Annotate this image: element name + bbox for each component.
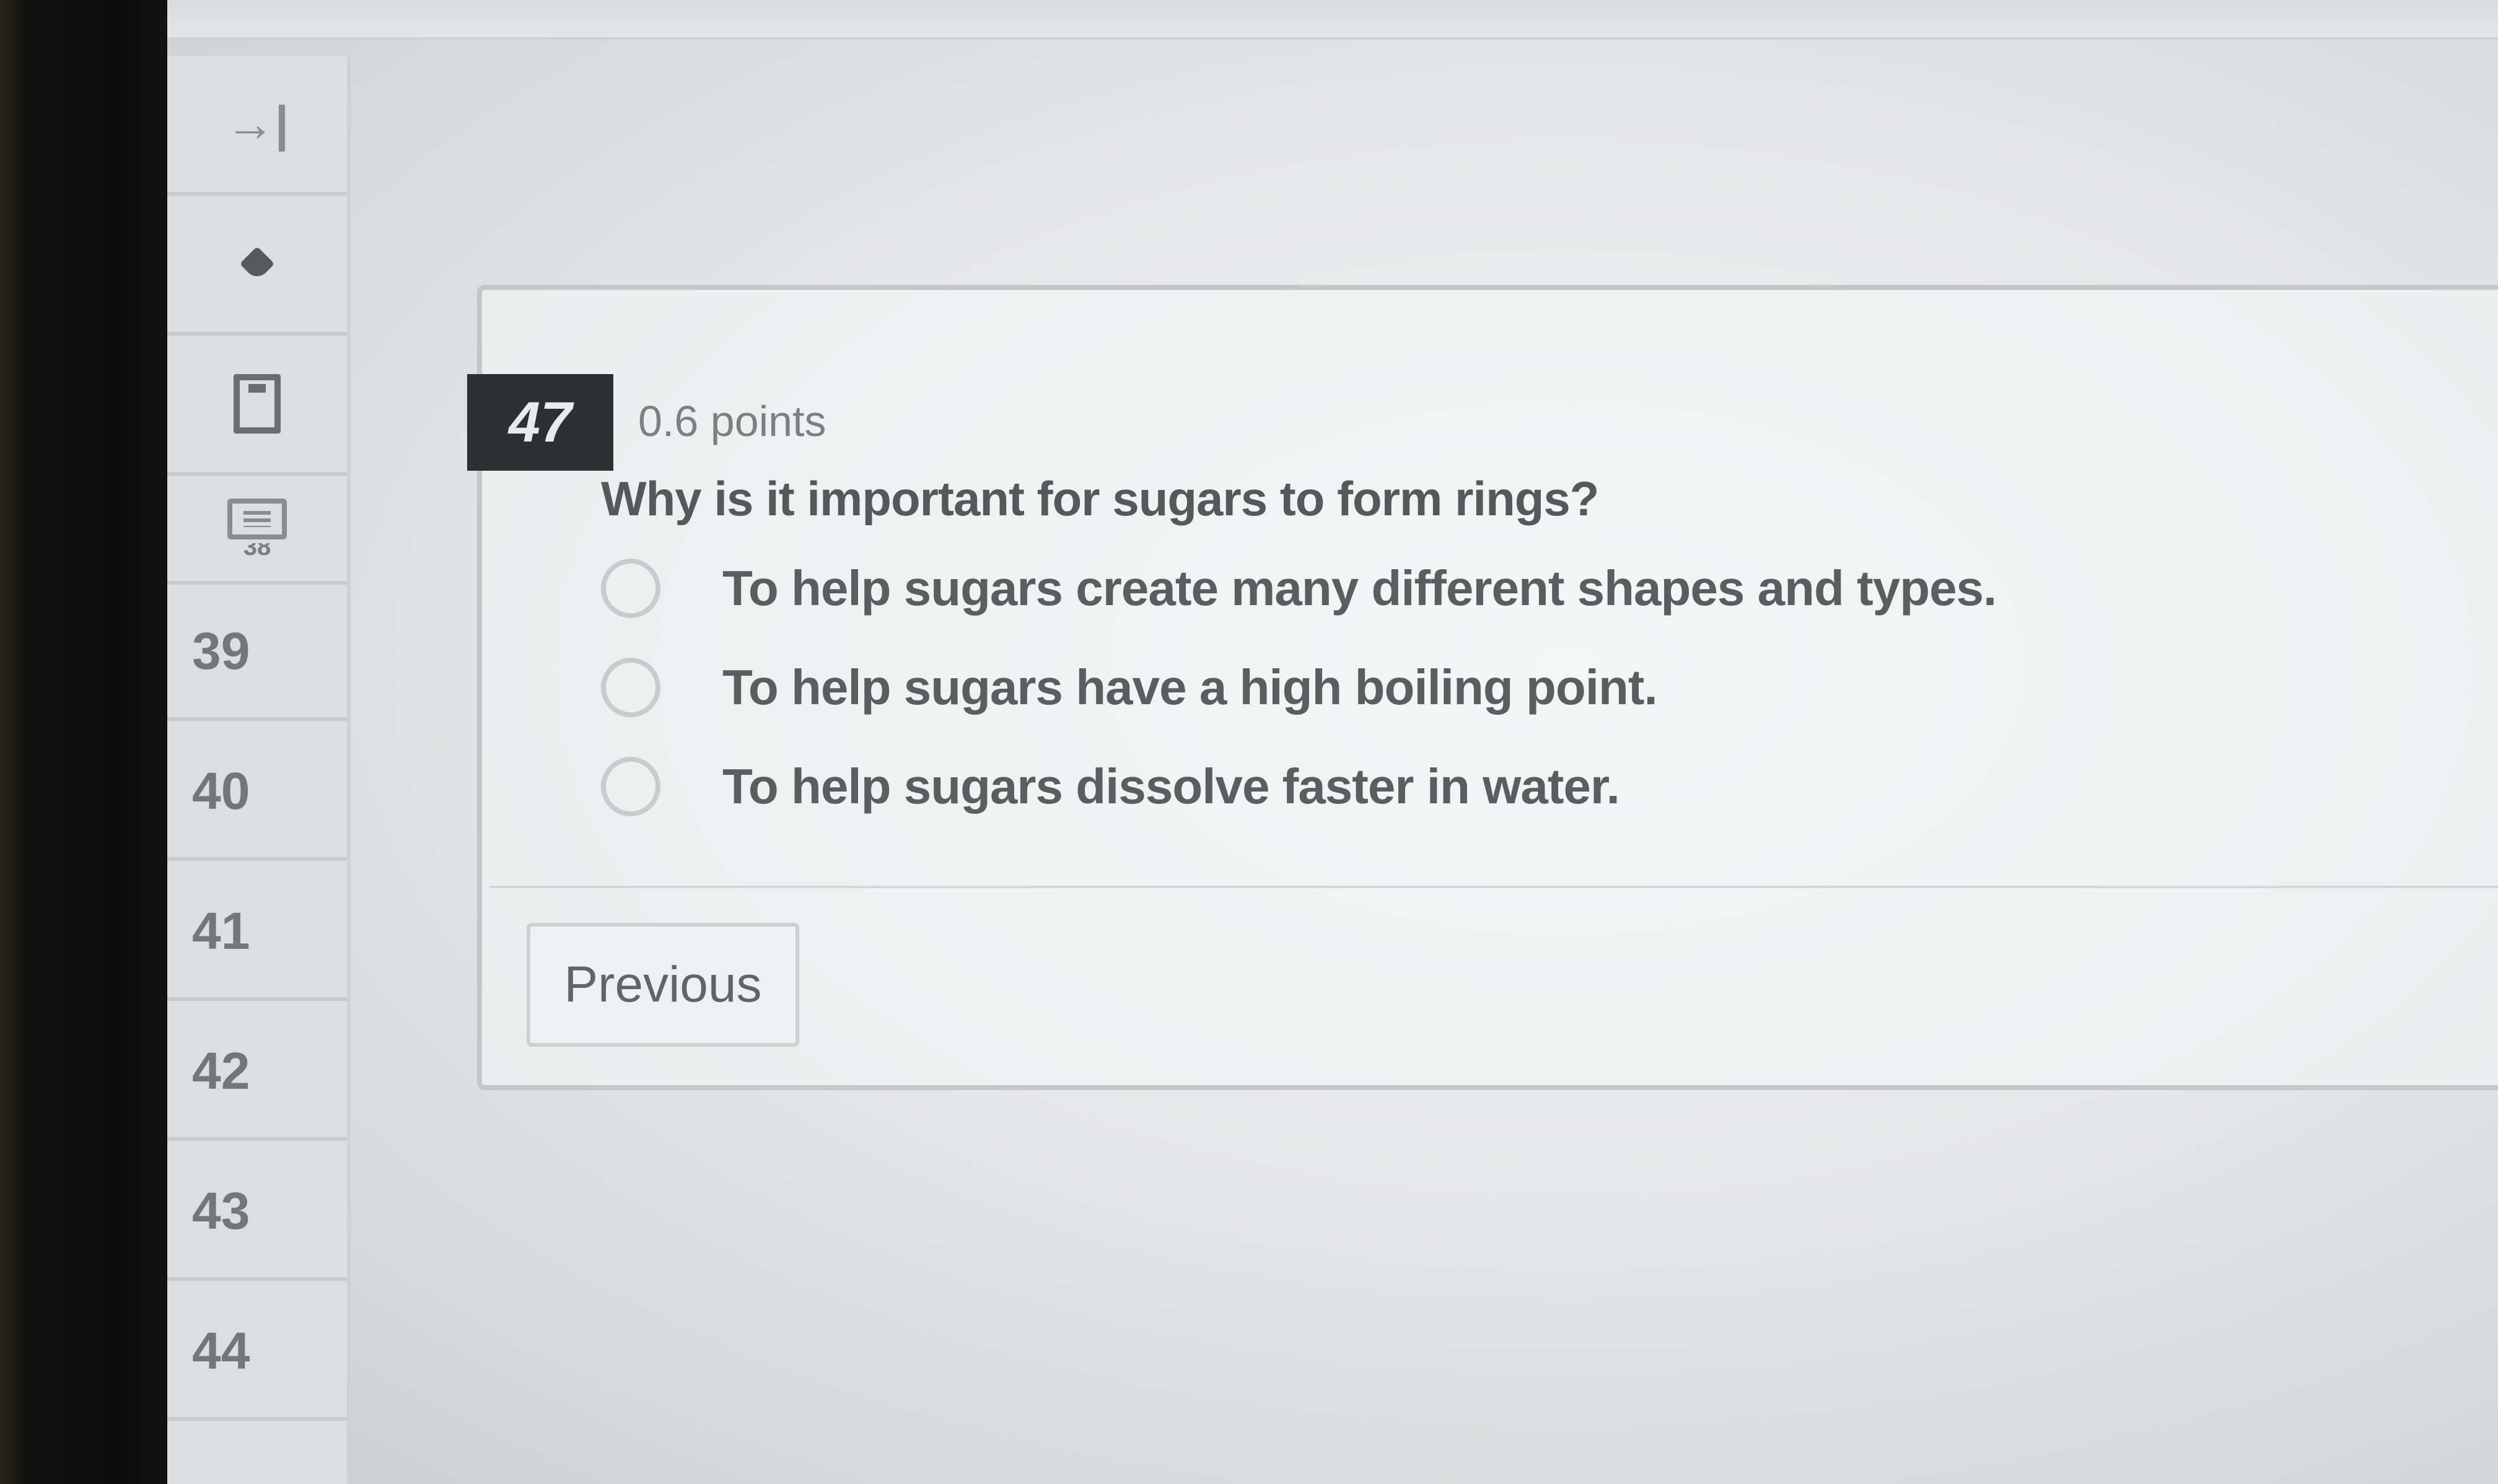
radio-button[interactable] bbox=[601, 559, 660, 618]
question-link-40[interactable]: 40 bbox=[167, 725, 347, 861]
top-bar bbox=[167, 0, 2498, 40]
question-number-badge: 47 bbox=[467, 374, 613, 471]
radio-button[interactable] bbox=[601, 757, 660, 816]
answer-option-label: To help sugars create many different sha… bbox=[722, 561, 1997, 616]
answer-option-label: To help sugars have a high boiling point… bbox=[722, 660, 1658, 715]
answer-option-3[interactable]: To help sugars dissolve faster in water. bbox=[601, 749, 1620, 824]
pin-icon bbox=[239, 246, 275, 282]
answer-option-1[interactable]: To help sugars create many different sha… bbox=[601, 551, 1997, 626]
question-prompt: Why is it important for sugars to form r… bbox=[601, 471, 1599, 526]
screen-bezel bbox=[0, 0, 173, 1484]
question-list-button[interactable]: 38 bbox=[167, 476, 347, 585]
question-link-42[interactable]: 42 bbox=[167, 1005, 347, 1141]
app-screen: →| 38 39 40 41 42 43 44 47 0.6 points Wh… bbox=[167, 0, 2498, 1484]
question-navigator: →| 38 39 40 41 42 43 44 bbox=[167, 56, 351, 1484]
list-icon bbox=[227, 499, 287, 539]
answer-option-label: To help sugars dissolve faster in water. bbox=[722, 759, 1620, 814]
save-icon bbox=[234, 374, 281, 434]
partial-question-number: 38 bbox=[243, 543, 271, 558]
previous-button[interactable]: Previous bbox=[527, 923, 799, 1047]
expand-button[interactable]: →| bbox=[167, 56, 347, 196]
question-points: 0.6 points bbox=[638, 397, 826, 445]
question-link-39[interactable]: 39 bbox=[167, 585, 347, 721]
radio-button[interactable] bbox=[601, 658, 660, 717]
save-button[interactable] bbox=[167, 336, 347, 476]
question-link-44[interactable]: 44 bbox=[167, 1285, 347, 1421]
card-divider bbox=[489, 886, 2498, 888]
question-link-41[interactable]: 41 bbox=[167, 865, 347, 1001]
pin-button[interactable] bbox=[167, 196, 347, 336]
collapse-expand-icon: →| bbox=[225, 96, 289, 151]
answer-option-2[interactable]: To help sugars have a high boiling point… bbox=[601, 650, 1658, 725]
question-link-43[interactable]: 43 bbox=[167, 1145, 347, 1281]
